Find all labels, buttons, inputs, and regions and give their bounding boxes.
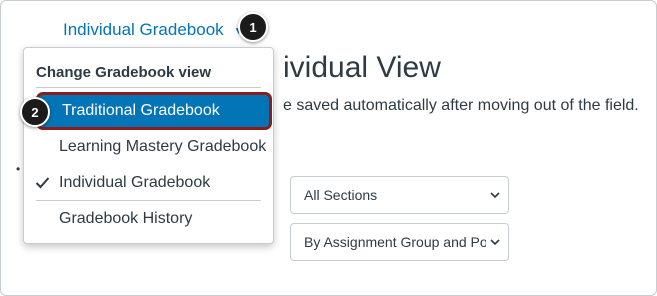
sort-select[interactable]: By Assignment Group and Pos bbox=[290, 223, 509, 261]
step-badge-1: 1 bbox=[238, 12, 268, 42]
section-select[interactable]: All Sections bbox=[290, 176, 509, 214]
checkmark-icon bbox=[35, 177, 50, 189]
menu-item-learning-mastery-gradebook[interactable]: Learning Mastery Gradebook bbox=[59, 138, 266, 156]
menu-divider bbox=[36, 87, 261, 88]
chevron-down-icon bbox=[490, 239, 500, 246]
menu-divider bbox=[36, 200, 261, 201]
gradebook-toggle-label[interactable]: Individual Gradebook bbox=[63, 20, 224, 40]
menu-item-individual-gradebook[interactable]: Individual Gradebook bbox=[59, 174, 210, 192]
gradebook-view-menu: Change Gradebook view Traditional Gradeb… bbox=[23, 47, 274, 244]
section-select-value: All Sections bbox=[304, 187, 378, 203]
sort-select-value: By Assignment Group and Pos bbox=[304, 234, 486, 250]
menu-item-traditional-gradebook[interactable]: Traditional Gradebook bbox=[36, 92, 272, 130]
chevron-down-icon bbox=[490, 192, 500, 199]
page-title: ividual View bbox=[283, 51, 441, 84]
gradebook-view-toggle[interactable]: Individual Gradebook ▼ bbox=[63, 19, 244, 41]
menu-header: Change Gradebook view bbox=[36, 64, 212, 81]
step-badge-2: 2 bbox=[20, 97, 50, 127]
stray-glyph: • bbox=[16, 162, 21, 176]
menu-item-gradebook-history[interactable]: Gradebook History bbox=[59, 210, 192, 228]
page-subtitle: e saved automatically after moving out o… bbox=[283, 97, 639, 114]
